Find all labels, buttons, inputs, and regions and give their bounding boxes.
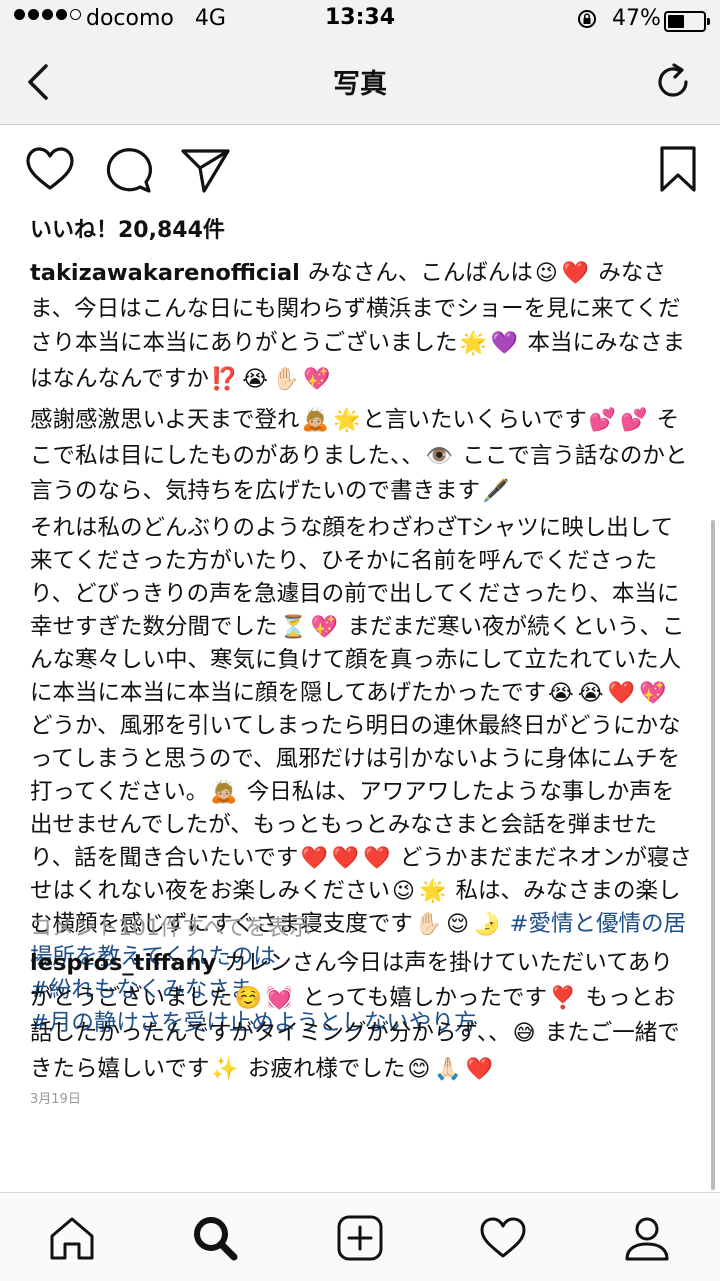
comment-button[interactable]: [102, 144, 154, 196]
caption-text: と言いたいくらいです: [362, 407, 587, 433]
caption-text: 感謝感激思いよ天まで登れ: [30, 407, 300, 433]
sparkling-heart-emoji: 💖: [303, 366, 331, 392]
nav-bar: 写真: [0, 40, 720, 125]
status-bar: docomo 4G 13:34 47%: [0, 0, 720, 40]
view-all-comments-link[interactable]: コメント101件すべてを表示: [30, 910, 311, 942]
scrollbar[interactable]: [711, 520, 715, 1190]
crying-emoji: 😭: [242, 366, 269, 392]
home-icon: [50, 1217, 94, 1260]
red-heart-emoji: ❤️: [300, 845, 328, 871]
heart-icon: [26, 147, 74, 190]
wink-emoji: 😉: [392, 878, 415, 904]
bowing-emoji: 🙇🏼: [210, 779, 238, 805]
like-count[interactable]: いいね！20,844件: [30, 212, 225, 244]
caption-paragraph: 感謝感激思いよ天まで登れ🙇🏼 🌟と言いたいくらいです💕 💕 そこで私は目にしたものが…: [30, 403, 692, 510]
red-heart-emoji: ❤️: [331, 845, 360, 871]
red-heart-emoji: ❤️: [607, 680, 635, 706]
star-emoji: 🌟: [459, 331, 487, 356]
sparkling-heart-emoji: 💖: [310, 614, 339, 640]
tab-home[interactable]: [47, 1213, 97, 1263]
profile-icon: [625, 1217, 669, 1261]
pen-emoji: 🖋️: [482, 479, 510, 504]
refresh-icon: [658, 63, 688, 97]
raised-hand-emoji: ✋🏻: [272, 366, 300, 392]
beating-heart-emoji: 💓: [265, 985, 294, 1011]
save-button[interactable]: [652, 144, 704, 196]
comment-item: lespros_tiffany カレンさん今日は声を掛けていただいてありがとうござ…: [30, 946, 692, 1087]
sparkles-emoji: ✨: [211, 1056, 239, 1082]
star-emoji: 🌟: [418, 878, 447, 904]
tab-add-post[interactable]: [335, 1213, 385, 1263]
tab-profile[interactable]: [622, 1213, 672, 1263]
eye-emoji: 👁️: [425, 443, 454, 469]
bookmark-icon: [660, 146, 696, 192]
sweat-smile-emoji: 😅: [512, 1021, 536, 1046]
two-hearts-emoji: 💕: [620, 408, 648, 433]
post-date: 3月19日: [30, 1092, 81, 1107]
comment-text: お疲れ様でした: [247, 1055, 406, 1082]
sparkling-heart-emoji: 💖: [639, 680, 667, 706]
crying-emoji: 😭: [577, 680, 604, 706]
star-emoji: 🌟: [332, 408, 361, 433]
page-title: 写真: [333, 69, 387, 100]
smile-emoji: 😊: [407, 1056, 431, 1082]
send-icon: [181, 149, 230, 193]
red-heart-emoji: ❤️: [363, 845, 391, 871]
share-button[interactable]: [180, 144, 232, 196]
red-heart-emoji: ❤️: [465, 1056, 494, 1082]
folded-hands-emoji: 🙏🏻: [434, 1056, 462, 1082]
comment-text: とっても嬉しかったです: [302, 984, 548, 1011]
red-heart-emoji: ❤️: [561, 261, 590, 286]
smiling-emoji: ☺️: [234, 985, 262, 1011]
post-action-bar: [0, 140, 720, 200]
tab-bar: [0, 1192, 720, 1281]
interrobang-emoji: ⁉️: [210, 366, 239, 392]
tab-activity[interactable]: [478, 1213, 528, 1263]
add-post-icon: [337, 1215, 383, 1261]
crescent-moon-emoji: 🌛: [473, 911, 501, 937]
wink-emoji: 😉: [534, 261, 558, 286]
tab-search[interactable]: [190, 1213, 240, 1263]
purple-heart-emoji: 💜: [490, 331, 519, 356]
heart-icon: [480, 1217, 526, 1258]
like-button[interactable]: [24, 144, 76, 196]
comment-icon: [106, 148, 152, 193]
two-hearts-emoji: 💕: [588, 408, 617, 433]
comment-username[interactable]: lespros_tiffany: [30, 950, 216, 976]
search-icon: [194, 1217, 238, 1261]
relieved-emoji: 😌: [446, 911, 470, 937]
heart-exclamation-emoji: ❣️: [549, 985, 577, 1011]
caption-username[interactable]: takizawakarenofficial: [30, 260, 300, 286]
caption-text: みなさん、こんばんは: [307, 260, 533, 286]
bowing-emoji: 🙇🏼: [301, 408, 329, 433]
rotation-lock-icon: [576, 8, 598, 36]
raised-hand-emoji: ✋🏻: [414, 911, 443, 937]
hourglass-emoji: ⏳: [279, 614, 307, 640]
crying-emoji: 😭: [548, 680, 574, 706]
battery-percent: 47%: [612, 6, 661, 31]
caption-paragraph: takizawakarenofficial みなさん、こんばんは😉 ❤️ みなさま、…: [30, 256, 692, 397]
refresh-button[interactable]: [652, 60, 696, 104]
battery-icon: [664, 11, 710, 32]
